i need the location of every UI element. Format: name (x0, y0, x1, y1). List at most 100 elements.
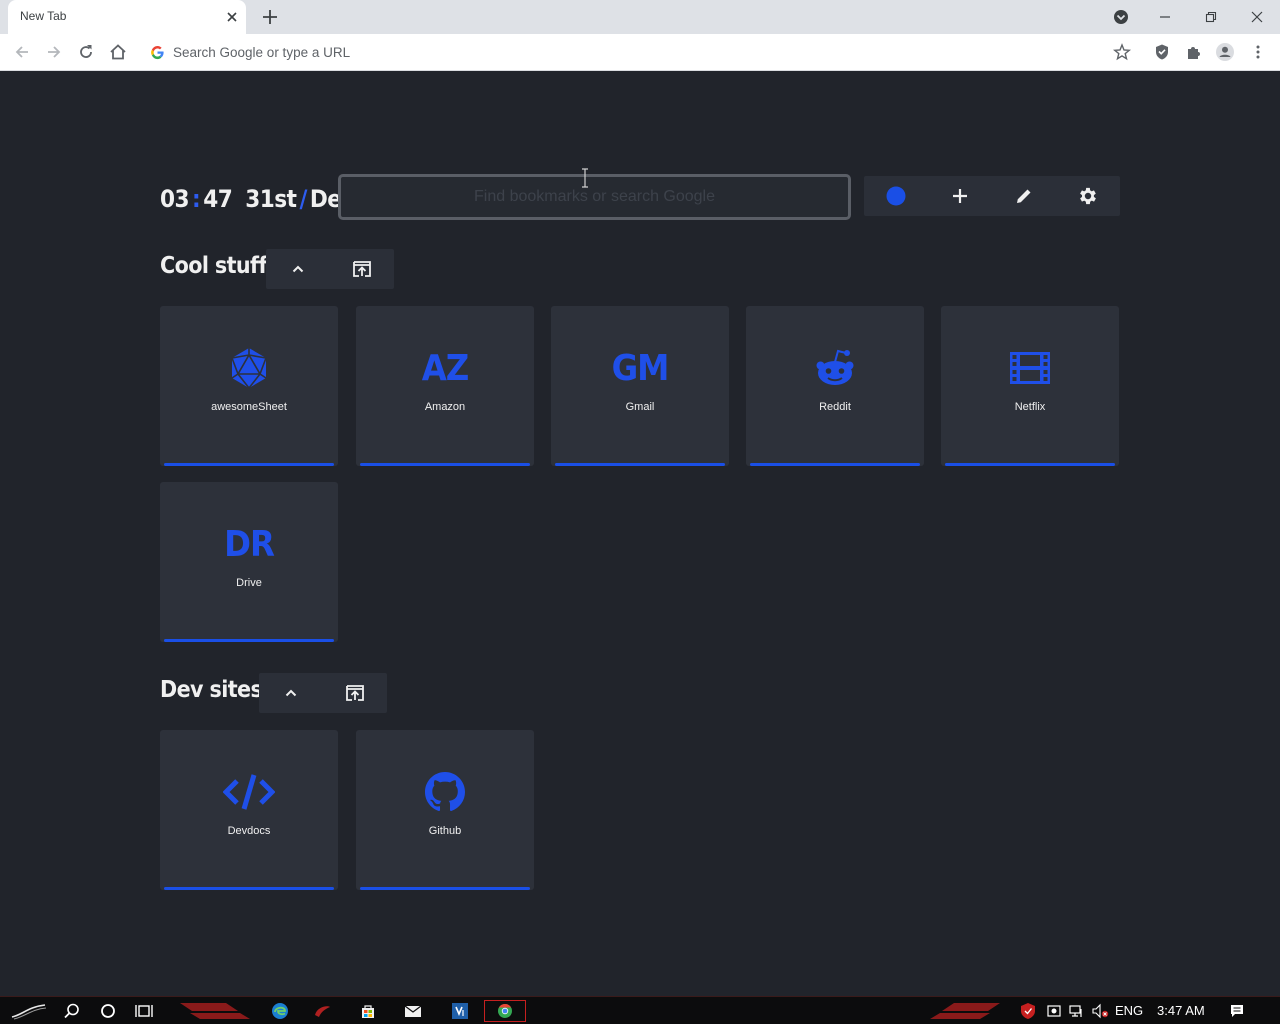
home-icon[interactable] (108, 42, 128, 62)
reddit-icon (816, 349, 854, 385)
tile-letters: AZ (421, 347, 470, 389)
address-bar[interactable]: Search Google or type a URL (142, 38, 1140, 67)
network-icon (1069, 1005, 1082, 1017)
chevron-up-icon (292, 265, 304, 273)
bookmark-tile-amazon[interactable]: AZ Amazon (356, 306, 534, 466)
tray-network[interactable] (1064, 1000, 1088, 1022)
bookmark-search (338, 174, 851, 220)
text-cursor-icon (582, 168, 588, 188)
open-all-icon (353, 261, 371, 277)
accent-bar (360, 887, 530, 890)
tile-letters: DR (224, 523, 275, 565)
taskbar-app-edge[interactable] (268, 1000, 292, 1022)
shield-tray-icon (1021, 1003, 1035, 1019)
tray-volume[interactable] (1088, 1000, 1112, 1022)
code-icon (223, 774, 275, 810)
rog-app-icon (315, 1006, 330, 1017)
tab-title: New Tab (20, 9, 67, 23)
profile-avatar-icon[interactable] (1215, 42, 1235, 62)
menu-kebab-icon[interactable] (1248, 42, 1268, 62)
taskbar-app-vscode[interactable] (448, 1000, 472, 1022)
bookmark-star-icon[interactable] (1112, 42, 1132, 62)
minimize-icon[interactable] (1153, 5, 1177, 29)
group-controls-cool-stuff (266, 249, 394, 289)
bookmark-tile-netflix[interactable]: Netflix (941, 306, 1119, 466)
cortana-button[interactable] (96, 1000, 120, 1022)
taskbar: ENG 3:47 AM (0, 996, 1280, 1024)
gear-icon (1080, 187, 1096, 205)
browser-tab[interactable]: New Tab (8, 0, 246, 34)
chrome-icon (498, 1003, 512, 1018)
red-decoration-left (180, 1003, 250, 1019)
reload-icon[interactable] (76, 42, 96, 62)
vscode-icon (452, 1003, 468, 1019)
open-all-button[interactable] (323, 673, 387, 713)
film-icon (1010, 352, 1050, 384)
action-center-button[interactable] (1225, 1000, 1249, 1022)
red-decoration-right (930, 1003, 1000, 1019)
accent-bar (360, 463, 530, 466)
open-all-button[interactable] (330, 249, 394, 289)
plus-icon (953, 189, 967, 203)
group-controls-dev-sites (259, 673, 387, 713)
collapse-group-button[interactable] (259, 673, 323, 713)
language-indicator[interactable]: ENG (1115, 1003, 1143, 1018)
tab-search-icon[interactable] (1109, 5, 1133, 29)
bookmark-tile-github[interactable]: Github (356, 730, 534, 890)
bookmark-search-input[interactable] (341, 177, 848, 217)
clock-minutes: 47 (203, 185, 233, 213)
volume-muted-icon (1092, 1003, 1109, 1019)
taskbar-app-armoury[interactable] (310, 1000, 334, 1022)
taskbar-app-mail[interactable] (401, 1000, 425, 1022)
collapse-group-button[interactable] (266, 249, 330, 289)
clock-hours: 03 (160, 185, 190, 213)
settings-button[interactable] (1056, 176, 1120, 216)
header-actions (864, 176, 1120, 216)
search-icon (64, 1003, 79, 1019)
task-view-icon (135, 1005, 153, 1017)
tile-label: Gmail (625, 401, 655, 413)
shield-extension-icon[interactable] (1152, 42, 1172, 62)
bookmark-tile-devdocs[interactable]: Devdocs (160, 730, 338, 890)
bookmark-tile-gmail[interactable]: GM Gmail (551, 306, 729, 466)
clock-date: 03 : 47 31st / Dec (160, 181, 354, 217)
tray-device[interactable] (1042, 1000, 1066, 1022)
close-tab-icon[interactable] (224, 9, 240, 25)
accent-bar (945, 463, 1115, 466)
task-view-button[interactable] (132, 1000, 156, 1022)
new-tab-icon[interactable] (260, 7, 280, 27)
cortana-circle-icon (101, 1004, 115, 1018)
browser-toolbar: Search Google or type a URL (0, 34, 1280, 71)
extensions-puzzle-icon[interactable] (1184, 42, 1204, 62)
start-button[interactable] (10, 1000, 48, 1022)
bookmark-tile-awesomesheet[interactable]: awesomeSheet (160, 306, 338, 466)
group-title-dev-sites: Dev sites (160, 677, 263, 703)
tile-label: Reddit (819, 401, 851, 413)
accent-bar (164, 463, 334, 466)
bookmark-tile-reddit[interactable]: Reddit (746, 306, 924, 466)
theme-accent-button[interactable] (864, 176, 928, 216)
search-button[interactable] (60, 1000, 84, 1022)
accent-bar (164, 639, 334, 642)
edge-icon (272, 1003, 288, 1019)
restore-icon[interactable] (1199, 5, 1223, 29)
tray-security[interactable] (1016, 1000, 1040, 1022)
bookmark-tile-drive[interactable]: DR Drive (160, 482, 338, 642)
date-day: 31st (245, 185, 297, 213)
add-bookmark-button[interactable] (928, 176, 992, 216)
close-window-icon[interactable] (1245, 5, 1269, 29)
edit-button[interactable] (992, 176, 1056, 216)
google-g-icon (151, 45, 164, 60)
forward-icon[interactable] (44, 42, 64, 62)
github-icon (425, 772, 465, 812)
tile-label: awesomeSheet (211, 401, 287, 413)
taskbar-clock[interactable]: 3:47 AM (1157, 1003, 1205, 1018)
accent-bar (164, 887, 334, 890)
new-tab-page: 03 : 47 31st / Dec Cool stuff (0, 71, 1280, 996)
back-icon[interactable] (12, 42, 32, 62)
address-placeholder: Search Google or type a URL (173, 45, 351, 60)
taskbar-app-chrome[interactable] (484, 1000, 526, 1022)
tile-label: Devdocs (227, 825, 271, 837)
start-logo-icon (11, 1004, 47, 1020)
taskbar-app-store[interactable] (356, 1000, 380, 1022)
